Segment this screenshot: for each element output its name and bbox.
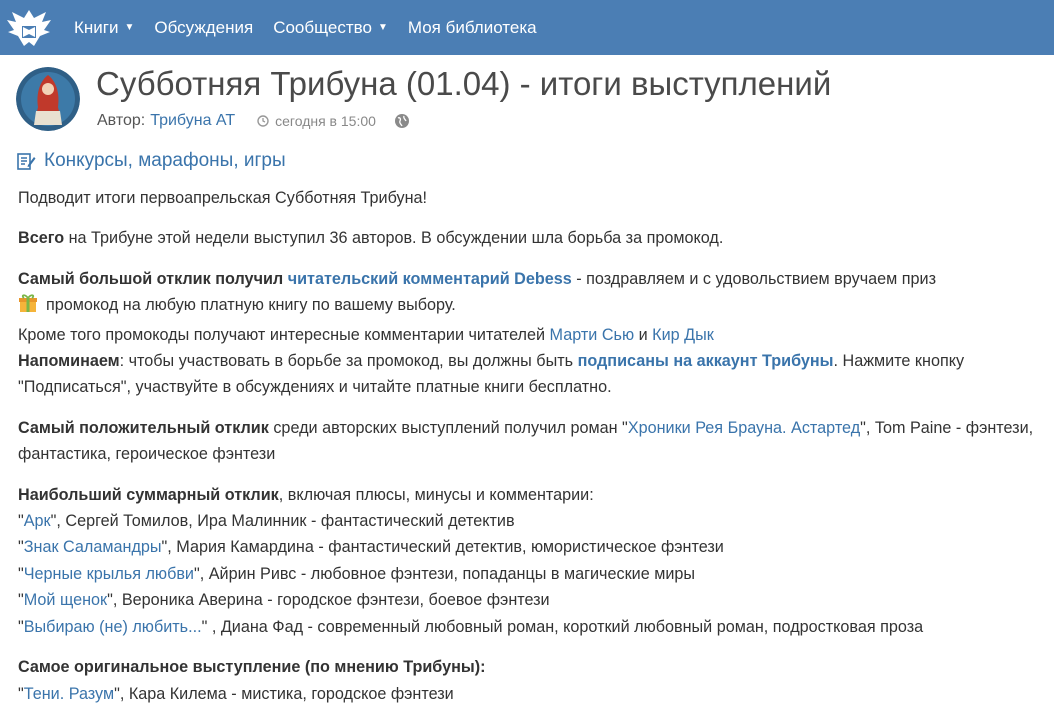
comment-link-debess[interactable]: читательский комментарий Debess xyxy=(288,270,572,288)
nav-library[interactable]: Моя библиотека xyxy=(398,0,547,55)
list-item: "Знак Саламандры", Мария Камардина - фан… xyxy=(18,538,724,557)
book-link-chronicles[interactable]: Хроники Рея Брауна. Астартед xyxy=(628,419,860,437)
category-label: Конкурсы, марафоны, игры xyxy=(44,150,286,171)
post-meta: Автор: Трибуна АТ сегодня в 15:00 xyxy=(97,112,410,130)
post-body: Подводит итоги первоапрельская Субботняя… xyxy=(18,185,1038,721)
list-item: "Тени. Разум", Кара Килема - мистика, го… xyxy=(18,684,454,703)
book-link[interactable]: Мой щенок xyxy=(24,591,107,609)
eagle-logo-icon xyxy=(7,9,51,46)
paragraph-most-positive: Самый положительный отклик среди авторск… xyxy=(18,415,1038,468)
text: : чтобы участвовать в борьбе за промокод… xyxy=(119,352,578,371)
nav-community[interactable]: Сообщество ▼ xyxy=(263,0,398,55)
nav-library-label: Моя библиотека xyxy=(407,17,537,37)
reader-link-kir[interactable]: Кир Дык xyxy=(652,326,714,344)
bold-text: Всего xyxy=(18,229,65,248)
caret-down-icon: ▼ xyxy=(377,22,388,33)
book-link[interactable]: Тени. Разум xyxy=(24,685,114,703)
paragraph-total: Всего на Трибуне этой недели выступил 36… xyxy=(18,225,1038,251)
book-link[interactable]: Выбираю (не) любить... xyxy=(24,618,202,636)
bold-text: Самый большой отклик получил читательски… xyxy=(18,269,572,288)
author-avatar[interactable] xyxy=(16,67,80,131)
reader-link-marti[interactable]: Марти Сью xyxy=(550,326,635,344)
nav-discussions[interactable]: Обсуждения xyxy=(144,0,263,55)
text: на Трибуне этой недели выступил 36 автор… xyxy=(64,229,724,248)
text: , включая плюсы, минусы и комментарии: xyxy=(278,485,594,504)
nav-books-label: Книги xyxy=(74,17,119,37)
post-time-text: сегодня в 15:00 xyxy=(275,113,376,129)
paragraph-total-response: Наибольший суммарный отклик, включая плю… xyxy=(18,482,1038,640)
globe-icon xyxy=(394,113,410,129)
book-link[interactable]: Арк xyxy=(24,512,51,530)
list-item: "Черные крылья любви", Айрин Ривс - любо… xyxy=(18,564,696,583)
nav-discussions-label: Обсуждения xyxy=(154,17,254,37)
bold-text: Самый положительный отклик xyxy=(18,418,269,437)
category-link[interactable]: Конкурсы, марафоны, игры xyxy=(16,150,286,172)
list-item: "Мой щенок", Вероника Аверина - городско… xyxy=(18,591,550,610)
subscribe-account-link[interactable]: подписаны на аккаунт Трибуны xyxy=(578,352,834,370)
book-link[interactable]: Черные крылья любви xyxy=(24,565,194,583)
list-item: "Выбираю (не) любить..." , Диана Фад - с… xyxy=(18,617,924,636)
post-time: сегодня в 15:00 xyxy=(257,113,376,129)
book-link[interactable]: Знак Саламандры xyxy=(24,538,162,556)
nav-community-label: Сообщество xyxy=(273,17,372,37)
paragraph-biggest-response: Самый большой отклик получил читательски… xyxy=(18,266,1038,401)
author-link[interactable]: Трибуна АТ xyxy=(150,112,235,130)
tribune-avatar-image xyxy=(16,67,80,131)
top-navbar: Книги ▼ Обсуждения Сообщество ▼ Моя библ… xyxy=(0,0,1054,55)
text: Кроме того промокоды получают интересные… xyxy=(18,325,550,344)
site-logo[interactable] xyxy=(0,0,58,55)
caret-down-icon: ▼ xyxy=(124,22,135,33)
paragraph-most-original: Самое оригинальное выступление (по мнени… xyxy=(18,654,1038,707)
text: среди авторских выступлений получил рома… xyxy=(268,418,628,437)
text: промокод на любую платную книгу по вашем… xyxy=(46,296,456,315)
bold-text: Наибольший суммарный отклик xyxy=(18,485,279,504)
post-header: Субботняя Трибуна (01.04) - итоги выступ… xyxy=(16,65,1036,137)
text: и xyxy=(634,325,653,344)
author-prefix: Автор: xyxy=(97,112,146,129)
gift-icon xyxy=(18,293,38,321)
bold-text: Самое оригинальное выступление (по мнени… xyxy=(18,658,486,677)
clock-icon xyxy=(257,115,269,127)
paragraph-intro: Подводит итоги первоапрельская Субботняя… xyxy=(18,189,428,207)
text: - поздравляем и с удовольствием вручаем … xyxy=(571,269,936,288)
list-item: "Арк", Сергей Томилов, Ира Малинник - фа… xyxy=(18,512,515,531)
post-title: Субботняя Трибуна (01.04) - итоги выступ… xyxy=(96,65,832,102)
bold-text: Напоминаем xyxy=(18,352,120,371)
edit-document-icon xyxy=(17,153,36,170)
nav-books[interactable]: Книги ▼ xyxy=(58,0,144,55)
